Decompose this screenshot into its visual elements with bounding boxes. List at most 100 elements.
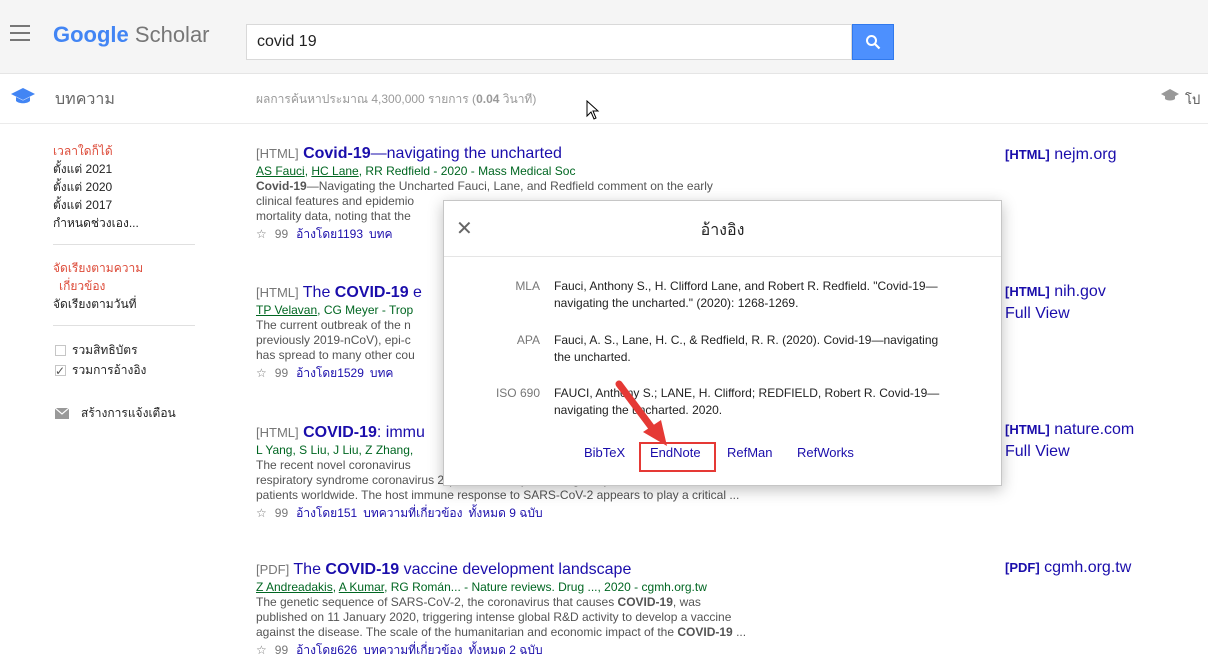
author-link[interactable]: A Kumar xyxy=(339,580,384,594)
filter-since-2017[interactable]: ตั้งแต่ 2017 xyxy=(53,196,198,214)
cited-by-link[interactable]: อ้างโดย151 xyxy=(296,506,357,520)
create-alert-label: สร้างการแจ้งเตือน xyxy=(81,406,176,420)
filter-any-time[interactable]: เวลาใดก็ได้ xyxy=(53,142,198,160)
citation-text[interactable]: FAUCI, Anthony S.; LANE, H. Clifford; RE… xyxy=(554,385,954,419)
result-actions: ☆ 99 อ้างโดย626 บทความที่เกี่ยวข้อง ทั้งหมด … xyxy=(256,643,846,658)
cite-dialog-header: ✕ อ้างอิง xyxy=(444,201,1001,257)
export-refman-link[interactable]: RefMan xyxy=(727,445,773,460)
logo-google: Google xyxy=(53,22,129,47)
result-title-pre: The xyxy=(293,561,326,578)
result-title-rest: e xyxy=(408,284,422,301)
result-snippet: The genetic sequence of SARS-CoV-2, the … xyxy=(256,595,846,640)
side-fulltext-link[interactable]: [HTML] nih.gov Full View xyxy=(1005,281,1106,325)
include-patents-label: รวมสิทธิบัตร xyxy=(72,343,138,357)
side-domain: nejm.org xyxy=(1054,146,1117,163)
related-link[interactable]: บทความที่เกี่ยวข้อง xyxy=(363,643,462,657)
result-title-bold: COVID-19 xyxy=(303,424,377,441)
side-fulltext-link[interactable]: [HTML] nature.com Full View xyxy=(1005,419,1134,463)
star-icon[interactable]: ☆ xyxy=(256,227,267,241)
cited-by-link[interactable]: อ้างโดย1193 xyxy=(296,227,363,241)
author-link[interactable]: TP Velavan xyxy=(256,303,317,317)
checkbox[interactable] xyxy=(55,344,66,356)
snippet-bold: COVID-19 xyxy=(677,625,733,639)
full-view-link[interactable]: Full View xyxy=(1005,305,1070,322)
author-link[interactable]: AS Fauci xyxy=(256,164,305,178)
citation-text[interactable]: Fauci, A. S., Lane, H. C., & Redfield, R… xyxy=(554,332,954,366)
side-format-tag: [PDF] xyxy=(1005,560,1040,575)
logo-scholar: Scholar xyxy=(134,22,210,47)
sub-bar xyxy=(0,74,1208,124)
result-count: ผลการค้นหาประมาณ 4,300,000 รายการ (0.04 … xyxy=(256,90,536,109)
citation-style-label: APA xyxy=(516,333,540,347)
related-link[interactable]: บทความที่เกี่ยวข้อง xyxy=(363,506,462,520)
result-title-bold: Covid-19 xyxy=(303,145,371,162)
side-fulltext-link[interactable]: [HTML] nejm.org xyxy=(1005,144,1116,166)
result-title[interactable]: [PDF] The COVID-19 vaccine development l… xyxy=(256,560,846,580)
result-title[interactable]: [HTML] Covid-19—navigating the uncharted xyxy=(256,144,846,164)
snippet-line: against the disease. The scale of the hu… xyxy=(256,625,678,639)
versions-link[interactable]: ทั้งหมด 2 ฉบับ xyxy=(469,643,543,657)
result-source: , CG Meyer - Trop xyxy=(317,303,414,317)
author-link[interactable]: HC Lane xyxy=(311,164,358,178)
star-icon[interactable]: ☆ xyxy=(256,506,267,520)
sort-by-relevance-2[interactable]: เกี่ยวข้อง xyxy=(53,277,198,295)
snippet-line: ... xyxy=(732,625,747,639)
search-icon xyxy=(866,35,881,50)
result-source: , RR Redfield - 2020 - Mass Medical Soc xyxy=(358,164,576,178)
top-bar: Google Scholar covid 19 xyxy=(0,0,1208,74)
export-refworks-link[interactable]: RefWorks xyxy=(797,445,854,460)
my-library-icon[interactable] xyxy=(1160,88,1180,104)
star-icon[interactable]: ☆ xyxy=(256,366,267,380)
include-citations-checkbox[interactable]: รวมการอ้างอิง xyxy=(53,360,198,381)
scholar-cap-icon xyxy=(11,88,35,104)
my-library-label[interactable]: โป xyxy=(1185,89,1200,110)
sidebar: เวลาใดก็ได้ ตั้งแต่ 2021 ตั้งแต่ 2020 ตั… xyxy=(53,142,198,423)
filter-since-2020[interactable]: ตั้งแต่ 2020 xyxy=(53,178,198,196)
result-title-rest: vaccine development landscape xyxy=(399,561,632,578)
result-title-rest: : immu xyxy=(376,424,425,441)
versions-link[interactable]: ทั้งหมด 9 ฉบับ xyxy=(469,506,543,520)
include-patents-checkbox[interactable]: รวมสิทธิบัตร xyxy=(53,340,198,360)
search-button[interactable] xyxy=(852,24,894,60)
citation-text[interactable]: Fauci, Anthony S., H. Clifford Lane, and… xyxy=(554,278,954,312)
citation-style-label: MLA xyxy=(515,279,540,293)
quote-icon[interactable]: 99 xyxy=(275,506,288,520)
result-title-bold: COVID-19 xyxy=(325,561,400,578)
checkbox-checked[interactable] xyxy=(55,361,66,381)
quote-icon[interactable]: 99 xyxy=(275,366,288,380)
create-alert-link[interactable]: สร้างการแจ้งเตือน xyxy=(53,404,198,423)
result-item: [PDF] The COVID-19 vaccine development l… xyxy=(256,560,846,658)
quote-icon[interactable]: 99 xyxy=(275,227,288,241)
sort-by-relevance[interactable]: จัดเรียงตามความ xyxy=(53,259,198,277)
logo[interactable]: Google Scholar xyxy=(53,21,210,49)
star-icon[interactable]: ☆ xyxy=(256,643,267,657)
filter-since-2021[interactable]: ตั้งแต่ 2021 xyxy=(53,160,198,178)
side-fulltext-link[interactable]: [PDF] cgmh.org.tw xyxy=(1005,557,1131,579)
result-count-time: 0.04 xyxy=(476,92,500,106)
sort-by-date[interactable]: จัดเรียงตามวันที่ xyxy=(53,295,198,313)
side-domain: nature.com xyxy=(1054,421,1135,438)
result-format-tag: [PDF] xyxy=(256,562,290,577)
result-format-tag: [HTML] xyxy=(256,146,299,161)
cited-by-link[interactable]: อ้างโดย626 xyxy=(296,643,357,657)
menu-icon[interactable] xyxy=(10,25,30,41)
snippet-bold: COVID-19 xyxy=(617,595,673,609)
snippet-line: —Navigating the Uncharted Fauci, Lane, a… xyxy=(306,179,713,193)
annotation-arrow-icon xyxy=(615,380,667,446)
search-input[interactable]: covid 19 xyxy=(246,24,852,60)
author-link[interactable]: Z Andreadakis xyxy=(256,580,333,594)
related-link[interactable]: บทค xyxy=(369,227,393,241)
side-domain: nih.gov xyxy=(1054,283,1106,300)
result-count-prefix: ผลการค้นหาประมาณ 4,300,000 รายการ ( xyxy=(256,92,477,106)
mouse-cursor-icon xyxy=(586,100,600,120)
cited-by-link[interactable]: อ้างโดย1529 xyxy=(296,366,364,380)
related-link[interactable]: บทค xyxy=(370,366,394,380)
full-view-link[interactable]: Full View xyxy=(1005,443,1070,460)
filter-custom-range[interactable]: กำหนดช่วงเอง... xyxy=(53,214,198,232)
side-domain: cgmh.org.tw xyxy=(1044,559,1132,576)
snippet-line: The genetic sequence of SARS-CoV-2, the … xyxy=(256,595,618,609)
side-format-tag: [HTML] xyxy=(1005,284,1050,299)
quote-icon[interactable]: 99 xyxy=(275,643,288,657)
result-count-suffix: วินาที) xyxy=(499,92,537,106)
snippet-bold: Covid-19 xyxy=(256,179,307,193)
